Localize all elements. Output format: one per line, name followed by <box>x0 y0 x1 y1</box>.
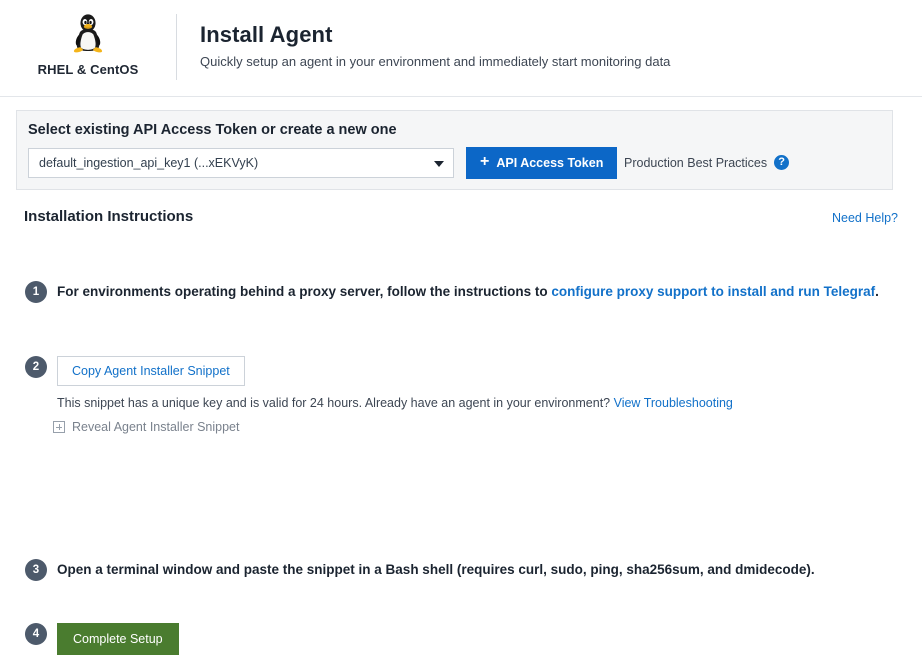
page-subtitle: Quickly setup an agent in your environme… <box>200 54 670 69</box>
help-icon[interactable]: ? <box>774 155 789 170</box>
step-1-text-after: . <box>875 284 879 299</box>
complete-setup-button[interactable]: Complete Setup <box>57 623 179 655</box>
instructions-title: Installation Instructions <box>24 208 193 225</box>
platform-block: RHEL & CentOS <box>24 12 152 77</box>
snippet-note-text: This snippet has a unique key and is val… <box>57 396 614 410</box>
production-best-practices[interactable]: Production Best Practices ? <box>624 155 789 170</box>
snippet-note: This snippet has a unique key and is val… <box>57 396 922 410</box>
reveal-agent-installer-snippet-toggle[interactable]: Reveal Agent Installer Snippet <box>53 420 922 434</box>
token-panel-title: Select existing API Access Token or crea… <box>28 122 397 138</box>
install-step-1: 1 For environments operating behind a pr… <box>0 281 922 302</box>
platform-label: RHEL & CentOS <box>24 62 152 77</box>
install-step-2: 2 Copy Agent Installer Snippet This snip… <box>0 356 922 434</box>
reveal-agent-installer-snippet-label: Reveal Agent Installer Snippet <box>72 420 239 434</box>
step-3-text: Open a terminal window and paste the sni… <box>57 559 922 580</box>
step-badge: 4 <box>25 623 47 645</box>
installation-instructions: Installation Instructions Need Help? 1 F… <box>0 205 922 387</box>
api-token-panel: Select existing API Access Token or crea… <box>16 110 893 190</box>
step-1-text: For environments operating behind a prox… <box>57 281 902 302</box>
configure-proxy-support-link[interactable]: configure proxy support to install and r… <box>551 284 875 299</box>
step-badge: 2 <box>25 356 47 378</box>
header-divider <box>176 14 177 80</box>
page-title: Install Agent <box>200 22 670 48</box>
plus-box-icon <box>53 421 65 433</box>
chevron-down-icon <box>434 161 444 167</box>
plus-icon: + <box>480 154 489 170</box>
step-badge: 3 <box>25 559 47 581</box>
instructions-header: Installation Instructions Need Help? <box>0 205 922 235</box>
step-badge: 1 <box>25 281 47 303</box>
add-api-access-token-button[interactable]: + API Access Token <box>466 147 617 179</box>
install-step-4: 4 Complete Setup <box>0 623 922 655</box>
step-1-text-before: For environments operating behind a prox… <box>57 284 551 299</box>
production-best-practices-label: Production Best Practices <box>624 156 767 170</box>
install-step-3: 3 Open a terminal window and paste the s… <box>0 559 922 580</box>
view-troubleshooting-link[interactable]: View Troubleshooting <box>614 396 733 410</box>
api-token-select[interactable]: default_ingestion_api_key1 (...xEKVyK) <box>28 148 454 178</box>
add-api-access-token-label: API Access Token <box>496 156 603 170</box>
api-token-select-value: default_ingestion_api_key1 (...xEKVyK) <box>39 156 258 170</box>
tux-penguin-icon <box>66 12 110 56</box>
page-header: RHEL & CentOS Install Agent Quickly setu… <box>0 0 922 97</box>
header-text-block: Install Agent Quickly setup an agent in … <box>200 22 670 69</box>
need-help-link[interactable]: Need Help? <box>832 211 898 225</box>
copy-agent-installer-snippet-button[interactable]: Copy Agent Installer Snippet <box>57 356 245 386</box>
